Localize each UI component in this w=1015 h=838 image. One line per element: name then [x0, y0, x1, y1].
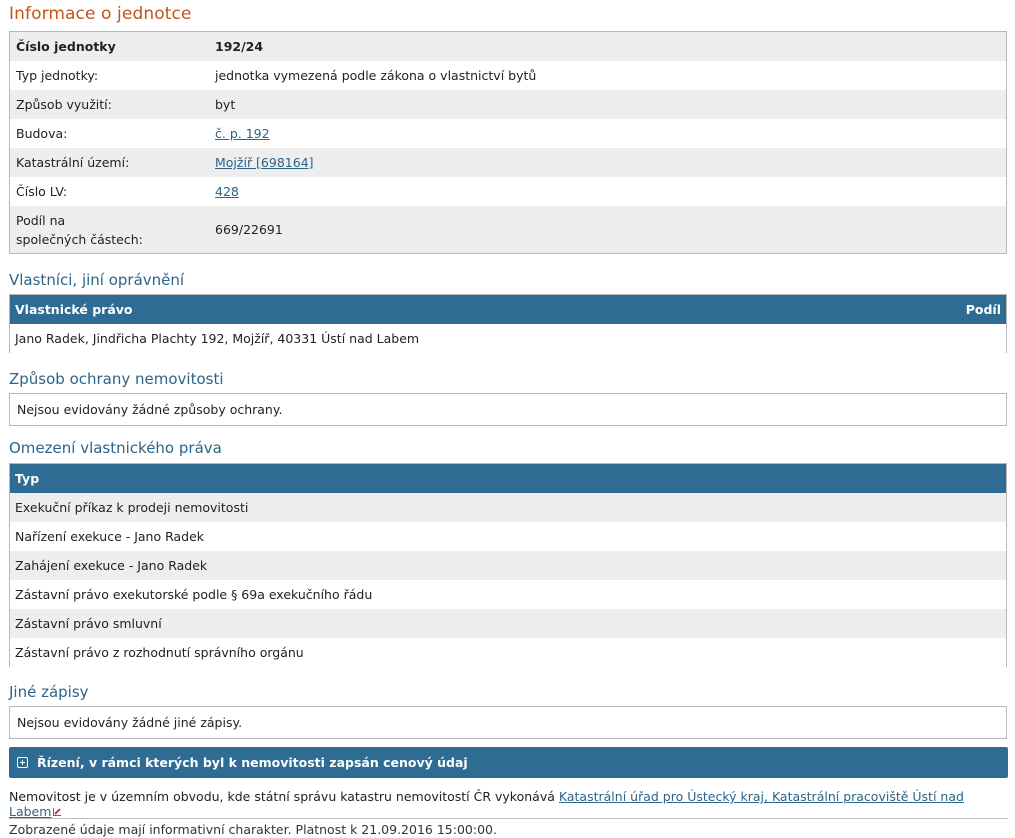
- info-label: Budova:: [16, 126, 68, 141]
- note-text: Nemovitost je v územním obvodu, kde stát…: [9, 789, 555, 804]
- info-value: 192/24: [215, 39, 264, 54]
- plus-icon: [17, 757, 28, 768]
- info-label: Číslo jednotky: [16, 39, 116, 54]
- building-link[interactable]: č. p. 192: [215, 126, 270, 141]
- protection-heading: Způsob ochrany nemovitosti: [9, 370, 224, 388]
- table-row: Jano Radek, Jindřicha Plachty 192, Mojží…: [10, 324, 1006, 353]
- info-value: jednotka vymezená podle zákona o vlastni…: [215, 68, 537, 83]
- info-label: Typ jednotky:: [16, 68, 99, 83]
- info-row-unit-type: Typ jednotky: jednotka vymezená podle zá…: [10, 61, 1006, 90]
- external-link-icon: [52, 806, 62, 816]
- table-row: Zástavní právo z rozhodnutí správního or…: [10, 638, 1006, 667]
- page-title: Informace o jednotce: [9, 4, 192, 24]
- proceedings-label: Řízení, v rámci kterých byl k nemovitost…: [37, 755, 468, 770]
- owners-table-header: Vlastnické právo Podíl: [10, 295, 1006, 324]
- table-row: Exekuční příkaz k prodeji nemovitosti: [10, 493, 1006, 522]
- restriction-cell: Zahájení exekuce - Jano Radek: [15, 558, 208, 573]
- validity-footer: Zobrazené údaje mají informativní charak…: [9, 818, 1008, 837]
- cadastral-office-note: Nemovitost je v územním obvodu, kde stát…: [9, 789, 1008, 819]
- column-header-ownership: Vlastnické právo: [15, 302, 133, 317]
- info-label: Katastrální území:: [16, 155, 130, 170]
- restriction-cell: Zástavní právo smluvní: [15, 616, 162, 631]
- column-header-type: Typ: [15, 471, 40, 486]
- lv-number-link[interactable]: 428: [215, 184, 239, 199]
- table-row: Nařízení exekuce - Jano Radek: [10, 522, 1006, 551]
- info-row-lv-number: Číslo LV: 428: [10, 177, 1006, 206]
- owner-cell: Jano Radek, Jindřicha Plachty 192, Mojží…: [15, 331, 420, 346]
- protection-box: Nejsou evidovány žádné způsoby ochrany.: [9, 393, 1007, 426]
- restriction-cell: Zástavní právo exekutorské podle § 69a e…: [15, 587, 373, 602]
- info-row-building: Budova: č. p. 192: [10, 119, 1006, 148]
- info-row-cadastral-area: Katastrální území: Mojžíř [698164]: [10, 148, 1006, 177]
- other-records-box: Nejsou evidovány žádné jiné zápisy.: [9, 706, 1007, 739]
- table-row: Zástavní právo exekutorské podle § 69a e…: [10, 580, 1006, 609]
- table-row: Zástavní právo smluvní: [10, 609, 1006, 638]
- column-header-share: Podíl: [965, 302, 1001, 317]
- owners-table: Vlastnické právo Podíl Jano Radek, Jindř…: [9, 294, 1007, 353]
- restriction-cell: Zástavní právo z rozhodnutí správního or…: [15, 645, 304, 660]
- info-label: Číslo LV:: [16, 184, 68, 199]
- owners-heading: Vlastníci, jiní oprávnění: [9, 271, 185, 289]
- restriction-cell: Nařízení exekuce - Jano Radek: [15, 529, 205, 544]
- info-label: Způsob využití:: [16, 97, 112, 112]
- proceedings-expand-button[interactable]: Řízení, v rámci kterých byl k nemovitost…: [9, 747, 1008, 778]
- share-label-line-2: společných částech:: [16, 231, 143, 247]
- cadastral-area-link[interactable]: Mojžíř [698164]: [215, 155, 314, 170]
- table-row: Zahájení exekuce - Jano Radek: [10, 551, 1006, 580]
- restrictions-heading: Omezení vlastnického práva: [9, 439, 222, 457]
- unit-info-table: Číslo jednotky 192/24 Typ jednotky: jedn…: [9, 31, 1007, 254]
- restrictions-table: Typ Exekuční příkaz k prodeji nemovitost…: [9, 463, 1007, 667]
- other-records-heading: Jiné zápisy: [9, 683, 89, 701]
- info-row-usage: Způsob využití: byt: [10, 90, 1006, 119]
- info-row-share: Podíl na společných částech: 669/22691: [10, 206, 1006, 253]
- info-value: 669/22691: [215, 222, 283, 237]
- restriction-cell: Exekuční příkaz k prodeji nemovitosti: [15, 500, 249, 515]
- info-label: Podíl na společných částech:: [16, 211, 143, 249]
- info-row-unit-number: Číslo jednotky 192/24: [10, 32, 1006, 61]
- share-label-line-1: Podíl na: [16, 212, 66, 228]
- info-value: byt: [215, 97, 236, 112]
- restrictions-table-header: Typ: [10, 464, 1006, 493]
